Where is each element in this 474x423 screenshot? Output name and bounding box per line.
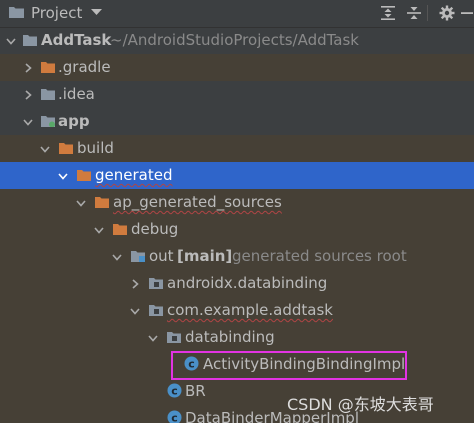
tree-item-label: .idea (58, 85, 95, 103)
project-tool-window-header: Project (0, 0, 474, 28)
tree-item-label: androidx.databinding (167, 274, 328, 292)
tree-row-build[interactable]: build (0, 135, 474, 162)
source-root-hint: generated sources root (232, 247, 407, 265)
folder-orange-icon (95, 197, 109, 208)
chevron-down-icon[interactable] (76, 198, 86, 208)
class-icon: c (167, 410, 182, 423)
folder-icon (41, 89, 55, 100)
gear-icon[interactable] (438, 4, 456, 22)
source-root-folder-icon (131, 251, 145, 262)
tree-row-debug[interactable]: debug (0, 216, 474, 243)
tree-item-label: .gradle (58, 58, 111, 76)
tree-item-label: databinding (185, 328, 275, 346)
tree-item-label: ap_generated_sources (113, 193, 282, 211)
folder-orange-icon (59, 143, 73, 154)
chevron-down-icon[interactable] (40, 144, 50, 154)
chevron-down-icon[interactable] (130, 306, 140, 316)
tree-item-label: out (149, 247, 174, 265)
tree-item-label: generated (95, 166, 173, 184)
toolbar-separator (427, 5, 428, 21)
tree-row-databinding[interactable]: databinding (0, 324, 474, 351)
tree-row-app[interactable]: app (0, 108, 474, 135)
chevron-down-icon[interactable] (91, 9, 102, 16)
chevron-down-icon[interactable] (94, 225, 104, 235)
chevron-down-icon[interactable] (148, 333, 158, 343)
tree-row-com-example-addtask[interactable]: com.example.addtask (0, 297, 474, 324)
tree-item-label: debug (131, 220, 179, 238)
tree-row-addtask[interactable]: AddTask ~/AndroidStudioProjects/AddTask (0, 27, 474, 54)
package-icon (149, 278, 163, 289)
folder-orange-icon (41, 62, 55, 73)
project-path: ~/AndroidStudioProjects/AddTask (110, 31, 359, 49)
folder-orange-icon (77, 170, 91, 181)
expand-all-icon[interactable] (379, 4, 397, 22)
chevron-down-icon[interactable] (112, 252, 122, 262)
folder-icon (9, 7, 24, 18)
folder-orange-icon (113, 224, 127, 235)
minimize-icon[interactable] (458, 4, 474, 22)
collapse-all-icon[interactable] (405, 4, 423, 22)
chevron-right-icon[interactable] (23, 90, 33, 100)
tree-item-label: BR (185, 382, 206, 400)
chevron-right-icon[interactable] (23, 63, 33, 73)
chevron-down-icon[interactable] (23, 117, 33, 127)
project-name: AddTask (41, 31, 112, 49)
class-icon: c (167, 383, 182, 398)
chevron-right-icon[interactable] (130, 279, 140, 289)
package-icon (167, 332, 181, 343)
view-selector-label[interactable]: Project (31, 4, 82, 22)
tree-row-generated[interactable]: generated (0, 162, 474, 189)
tree-row-idea[interactable]: .idea (0, 81, 474, 108)
tree-row-gradle[interactable]: .gradle (0, 54, 474, 81)
tree-item-label: app (58, 112, 90, 130)
module-folder-icon (41, 116, 55, 127)
highlight-annotation-box (171, 351, 407, 380)
chevron-down-icon[interactable] (6, 36, 16, 46)
tree-row-out[interactable]: out [main] generated sources root (0, 243, 474, 270)
svg-text:c: c (171, 412, 178, 423)
tree-item-label: com.example.addtask (167, 301, 333, 319)
svg-text:c: c (171, 385, 178, 398)
source-set-tag: [main] (177, 247, 233, 265)
tree-row-androidx-databinding[interactable]: androidx.databinding (0, 270, 474, 297)
tree-item-label: build (77, 139, 114, 157)
watermark: CSDN @东坡大表哥 (287, 395, 434, 414)
folder-icon (23, 35, 37, 46)
project-panel: Project AddTask ~/AndroidStudioProjects/… (0, 0, 474, 423)
package-icon (149, 305, 163, 316)
chevron-down-icon[interactable] (58, 171, 68, 181)
tree-row-ap-generated-sources[interactable]: ap_generated_sources (0, 189, 474, 216)
